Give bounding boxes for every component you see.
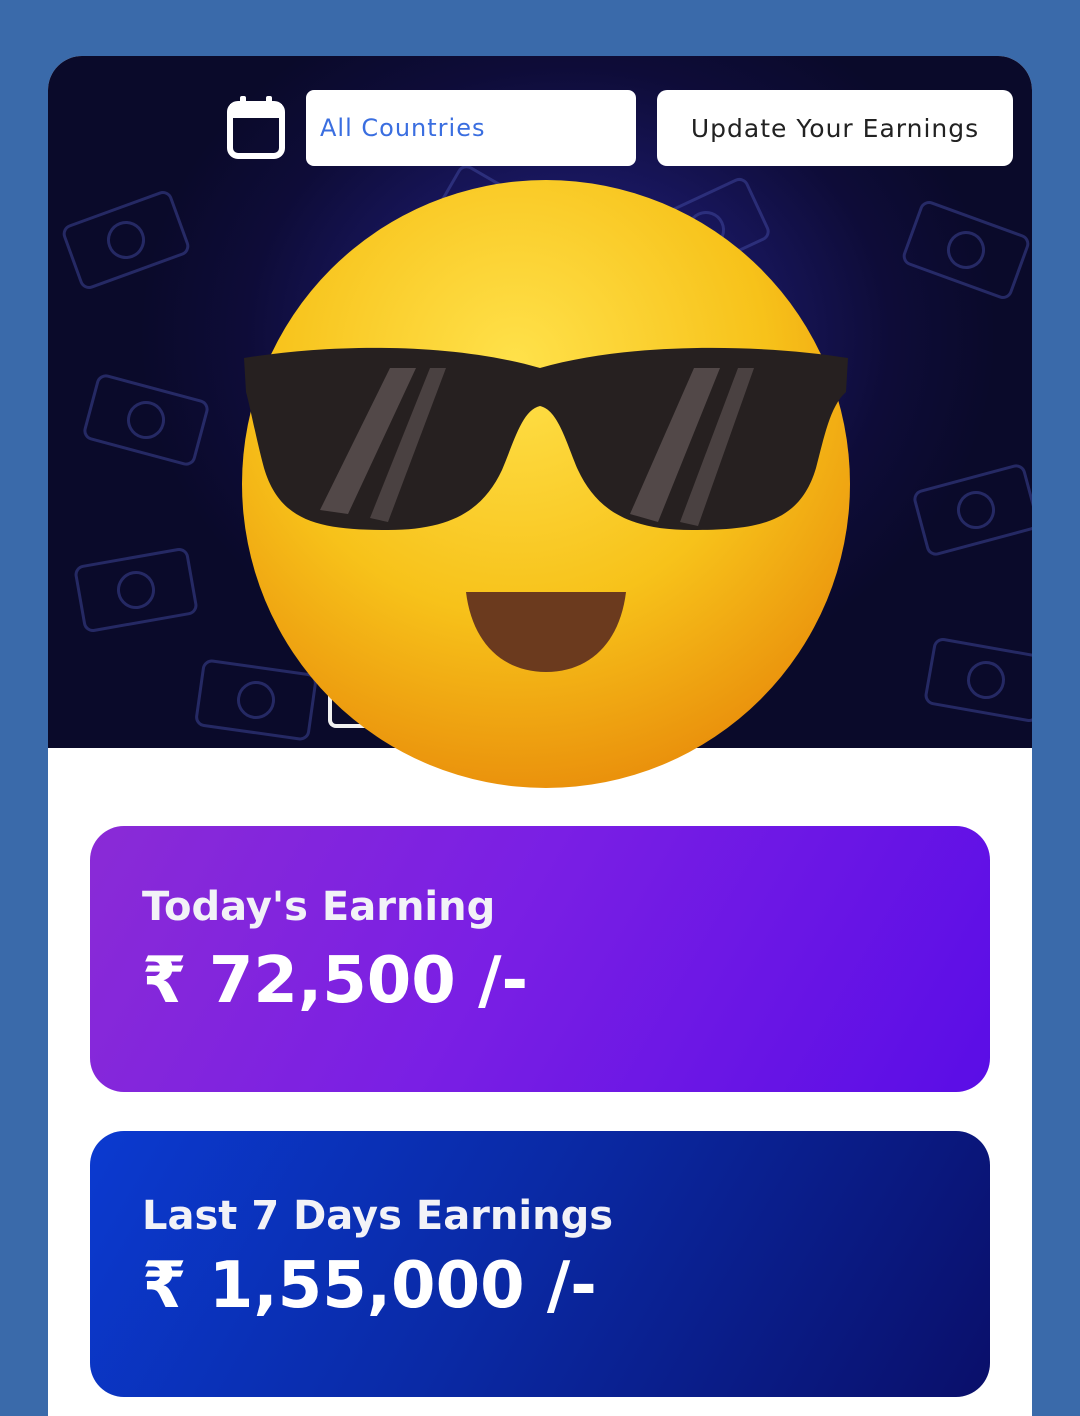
money-pattern-icon <box>72 546 200 634</box>
sunglasses-face-emoji <box>242 180 850 788</box>
money-pattern-icon <box>59 188 193 292</box>
country-select[interactable]: All Countries <box>306 90 636 166</box>
money-pattern-icon <box>922 636 1032 724</box>
money-pattern-icon <box>81 372 211 468</box>
last-7-days-label: Last 7 Days Earnings <box>142 1193 614 1239</box>
last-7-days-card: Last 7 Days Earnings ₹ 1,55,000 /- <box>90 1131 990 1397</box>
last-7-days-value: ₹ 1,55,000 /- <box>142 1249 597 1323</box>
todays-earning-card: Today's Earning ₹ 72,500 /- <box>90 826 990 1092</box>
update-earnings-label: Update Your Earnings <box>690 113 980 143</box>
money-pattern-icon <box>911 462 1032 558</box>
todays-earning-label: Today's Earning <box>142 884 496 930</box>
calendar-icon[interactable] <box>226 94 286 160</box>
todays-earning-value: ₹ 72,500 /- <box>142 944 528 1018</box>
update-earnings-button[interactable]: Update Your Earnings <box>657 90 1013 166</box>
country-select-value: All Countries <box>320 114 486 142</box>
money-pattern-icon <box>899 198 1032 302</box>
